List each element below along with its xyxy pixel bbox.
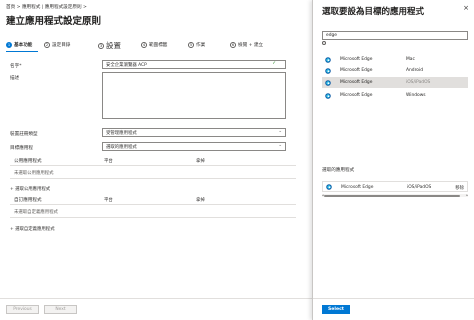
page-title: 建立應用程式設定原則 [6, 16, 102, 27]
step-number: 6 [230, 42, 236, 48]
app-name: Microsoft Edge [340, 57, 373, 62]
step-label: 設定目錄 [52, 43, 71, 48]
device-enrollment-value: 受管理應用程式 [106, 131, 137, 136]
step-label: 範圍標籤 [149, 43, 168, 48]
name-input[interactable]: 安全企業瀏覽器 ACP ✓ [102, 60, 286, 69]
tab-scope-tags[interactable]: 4 範圍標籤 [141, 42, 167, 48]
tab-assignments[interactable]: 5 作業 [188, 42, 205, 48]
step-number: 5 [188, 42, 194, 48]
custom-apps-platform-col: 平台 [104, 198, 113, 203]
target-apps-select[interactable]: 選取的應用程式 ⌄ [102, 142, 286, 151]
target-apps-label: 目標應用程 [10, 146, 33, 151]
description-label: 描述 [10, 76, 20, 81]
horizontal-scrollbar[interactable]: ◂ ▸ [322, 193, 468, 197]
edge-icon [326, 184, 332, 190]
step-label: 檢閱 + 建立 [238, 43, 264, 48]
panel-footer: Select [313, 298, 474, 320]
app-list-item[interactable]: Microsoft Edge Windows [322, 90, 468, 101]
app-search-input[interactable]: edge [322, 31, 468, 40]
step-number: 1 [6, 42, 12, 48]
app-platform: Mac [406, 57, 415, 62]
description-input[interactable] [102, 72, 286, 119]
panel-title: 選取要設為目標的應用程式 [322, 7, 425, 17]
selected-app-row: Microsoft Edge iOS/iPadOS 移除 [322, 181, 468, 192]
public-apps-empty: 未選取公用應用程式 [14, 171, 54, 176]
scroll-right-icon[interactable]: ▸ [466, 193, 468, 197]
tab-settings-catalog[interactable]: 2 設定目錄 [44, 42, 70, 48]
breadcrumb[interactable]: 首頁 > 應用程式 | 應用程式設定原則 > [6, 4, 87, 10]
select-all-radio[interactable] [322, 41, 326, 45]
name-label: 名字* [10, 64, 22, 69]
chevron-down-icon: ⌄ [278, 143, 282, 148]
custom-apps-header: 自訂應用程式 [14, 198, 42, 203]
edge-icon [325, 79, 331, 86]
edge-icon [325, 67, 331, 74]
check-icon: ✓ [272, 61, 276, 66]
select-custom-apps-link[interactable]: + 選取自定義應用程式 [10, 226, 55, 232]
device-enrollment-label: 裝置註冊類型 [10, 132, 38, 137]
step-number: 3 [98, 42, 104, 49]
step-label: 設置 [106, 41, 121, 50]
app-search-value: edge [326, 33, 337, 38]
wizard-steps: 1 基本功能 2 設定目錄 3 設置 4 範圍標籤 5 作業 6 檢閱 + 建立 [6, 40, 306, 52]
step-number: 2 [44, 42, 50, 48]
page-footer: Previous Next [0, 298, 312, 320]
selected-apps-label: 選取的應用程式 [322, 168, 355, 173]
edge-icon [325, 92, 331, 99]
tab-basics[interactable]: 1 基本功能 [6, 42, 32, 48]
custom-apps-empty: 未選取自定義應用程式 [14, 210, 58, 215]
public-apps-remove-col: 拿掉 [196, 159, 205, 164]
selected-app-platform: iOS/iPadOS [407, 185, 432, 190]
selected-app-name: Microsoft Edge [341, 185, 374, 190]
scrollbar-thumb[interactable] [324, 194, 460, 197]
target-apps-value: 選取的應用程式 [106, 145, 137, 150]
app-name: Microsoft Edge [340, 93, 373, 98]
step-number: 4 [141, 42, 147, 48]
tab-review-create[interactable]: 6 檢閱 + 建立 [230, 42, 263, 48]
app-platform: Windows [406, 93, 426, 98]
public-apps-platform-col: 平台 [104, 159, 113, 164]
app-name: Microsoft Edge [340, 80, 373, 85]
remove-selected-app-button[interactable]: 移除 [455, 185, 464, 191]
select-button[interactable]: Select [322, 305, 350, 314]
select-public-apps-link[interactable]: + 選取公用應用程式 [10, 186, 50, 192]
edge-icon [325, 56, 331, 63]
divider [10, 217, 296, 218]
divider [10, 204, 296, 205]
app-name: Microsoft Edge [340, 68, 373, 73]
previous-button[interactable]: Previous [6, 305, 39, 314]
custom-apps-remove-col: 拿掉 [196, 198, 205, 203]
step-label: 基本功能 [14, 43, 33, 48]
chevron-down-icon: ⌄ [278, 129, 282, 134]
step-label: 作業 [196, 43, 206, 48]
app-list-item[interactable]: Microsoft Edge Android [322, 65, 468, 76]
active-tab-indicator [6, 51, 38, 52]
tab-settings[interactable]: 3 設置 [98, 40, 121, 51]
public-apps-header: 公用應用程式 [14, 159, 42, 164]
select-apps-panel: 選取要設為目標的應用程式 × edge Microsoft Edge Mac M… [312, 0, 474, 320]
divider [10, 178, 296, 179]
policy-page: 首頁 > 應用程式 | 應用程式設定原則 > 建立應用程式設定原則 1 基本功能… [0, 0, 312, 320]
app-list-item[interactable]: Microsoft Edge Mac [322, 54, 468, 65]
name-input-value: 安全企業瀏覽器 ACP [106, 63, 147, 68]
divider [10, 165, 296, 166]
device-enrollment-select[interactable]: 受管理應用程式 ⌄ [102, 128, 286, 137]
app-platform: Android [406, 68, 423, 73]
app-list-item-selected[interactable]: Microsoft Edge iOS/iPadOS [322, 77, 468, 88]
close-icon[interactable]: × [463, 4, 469, 12]
next-button[interactable]: Next [44, 305, 77, 314]
app-platform: iOS/iPadOS [406, 80, 431, 85]
